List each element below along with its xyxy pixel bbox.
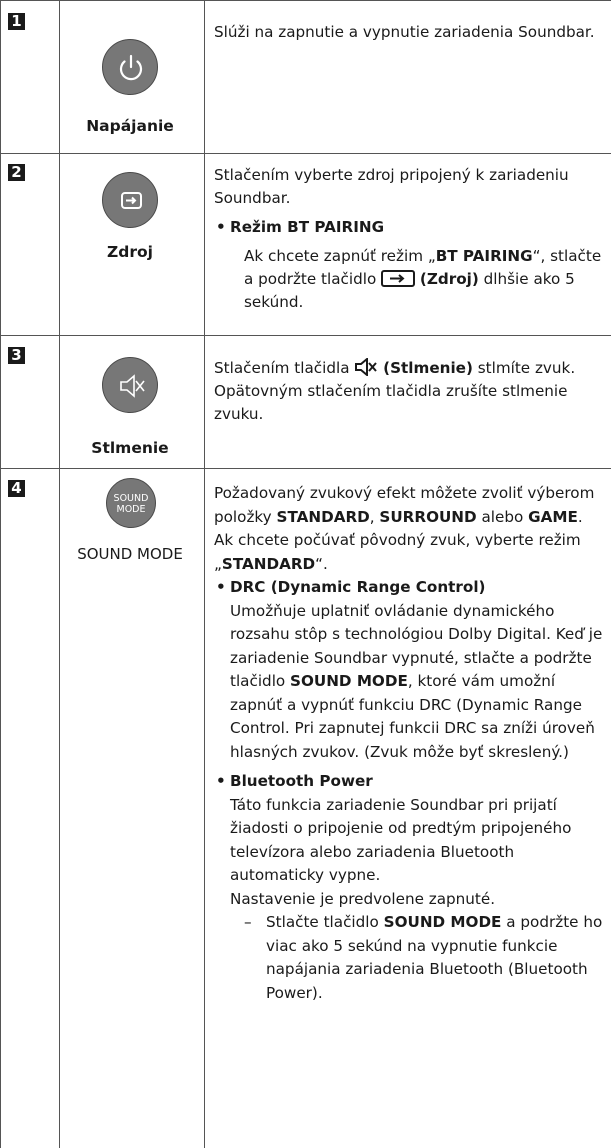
button-label: Stlmenie bbox=[91, 439, 169, 457]
row-description: Slúži na zapnutie a vypnutie zariadenia … bbox=[214, 21, 604, 44]
description-text: Stlačením vyberte zdroj pripojený k zari… bbox=[214, 166, 569, 207]
power-button bbox=[102, 39, 158, 95]
table-row: 3 Stlmenie Stlačením tlačidla (Stlmenie)… bbox=[0, 335, 611, 469]
sound-mode-button: SOUND MODE bbox=[106, 478, 156, 528]
row-description: Požadovaný zvukový efekt môžete zvoliť v… bbox=[214, 482, 604, 1005]
row-number-badge: 3 bbox=[8, 347, 25, 364]
description-text: Ak chcete počúvať pôvodný zvuk, vyberte … bbox=[214, 531, 581, 573]
power-icon bbox=[119, 54, 143, 81]
bullet-title: Režim BT PAIRING bbox=[214, 216, 604, 239]
source-icon bbox=[121, 192, 142, 209]
table-row: 2 Zdroj Stlačením vyberte zdroj pripojen… bbox=[0, 152, 611, 336]
button-text: MODE bbox=[116, 504, 146, 515]
bullet-title: Bluetooth Power bbox=[214, 770, 604, 794]
table-row: 4 SOUND MODE SOUND MODE Požadovaný zvuko… bbox=[0, 468, 611, 1148]
table-row: 1 Napájanie Slúži na zapnutie a vypnutie… bbox=[0, 0, 611, 154]
dash-item: Stlačte tlačidlo SOUND MODE a podržte ho… bbox=[214, 911, 604, 1005]
button-label: Zdroj bbox=[107, 243, 153, 261]
source-icon bbox=[381, 270, 416, 287]
description-text: Stlačením tlačidla (Stlmenie) stlmíte zv… bbox=[214, 356, 576, 423]
description-text: Požadovaný zvukový efekt môžete zvoliť v… bbox=[214, 484, 595, 526]
bullet-title: DRC (Dynamic Range Control) bbox=[214, 576, 604, 600]
row-number-badge: 2 bbox=[8, 164, 25, 181]
row-description: Stlačením vyberte zdroj pripojený k zari… bbox=[214, 164, 604, 314]
row-number-badge: 4 bbox=[8, 480, 25, 497]
mute-icon bbox=[120, 374, 145, 398]
bullet-text: Umožňuje uplatniť ovládanie dynamického … bbox=[230, 601, 603, 761]
mute-icon bbox=[355, 356, 378, 378]
button-label: Napájanie bbox=[86, 117, 174, 135]
row-description: Stlačením tlačidla (Stlmenie) stlmíte zv… bbox=[214, 356, 604, 426]
mute-button bbox=[102, 357, 158, 413]
row-number-badge: 1 bbox=[8, 13, 25, 30]
bullet-text: Táto funkcia zariadenie Soundbar pri pri… bbox=[230, 795, 572, 885]
button-label: SOUND MODE bbox=[77, 545, 183, 563]
bullet-text: Ak chcete zapnúť režim „BT PAIRING“, stl… bbox=[244, 247, 602, 311]
description-text: Slúži na zapnutie a vypnutie zariadenia … bbox=[214, 23, 595, 41]
bullet-text: Nastavenie je predvolene zapnuté. bbox=[230, 889, 496, 908]
source-button bbox=[102, 172, 158, 228]
button-text: SOUND bbox=[113, 493, 149, 504]
